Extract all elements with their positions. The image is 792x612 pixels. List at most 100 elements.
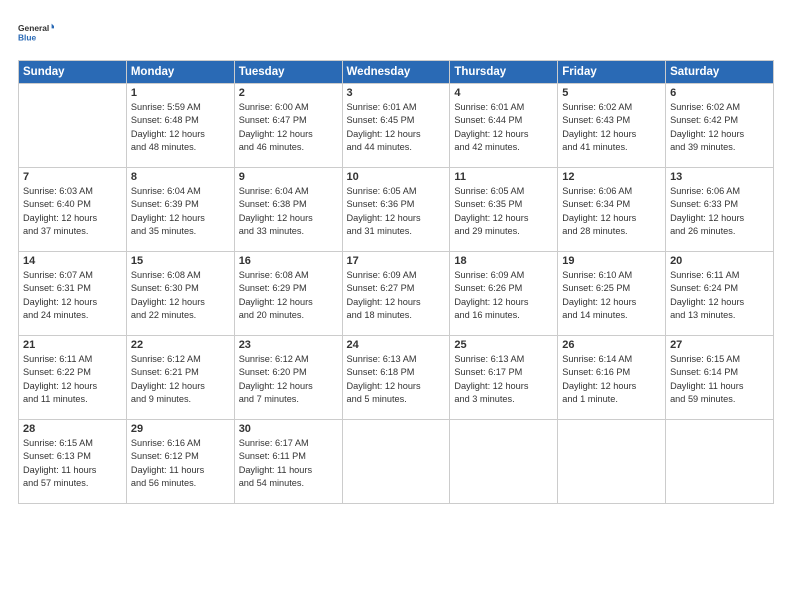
calendar-cell: 18 Sunrise: 6:09 AM Sunset: 6:26 PM Dayli…	[450, 252, 558, 336]
day-number: 17	[347, 255, 446, 267]
day-info: Sunrise: 6:09 AM Sunset: 6:26 PM Dayligh…	[454, 269, 553, 322]
calendar-cell: 19 Sunrise: 6:10 AM Sunset: 6:25 PM Dayli…	[558, 252, 666, 336]
calendar-cell: 4 Sunrise: 6:01 AM Sunset: 6:44 PM Daylig…	[450, 84, 558, 168]
calendar-cell: 15 Sunrise: 6:08 AM Sunset: 6:30 PM Dayli…	[126, 252, 234, 336]
logo-svg: General Blue	[18, 14, 54, 50]
day-info: Sunrise: 6:15 AM Sunset: 6:14 PM Dayligh…	[670, 353, 769, 406]
day-number: 7	[23, 171, 122, 183]
day-number: 5	[562, 87, 661, 99]
calendar-cell: 23 Sunrise: 6:12 AM Sunset: 6:20 PM Dayli…	[234, 336, 342, 420]
calendar-cell: 28 Sunrise: 6:15 AM Sunset: 6:13 PM Dayli…	[19, 420, 127, 504]
day-number: 10	[347, 171, 446, 183]
calendar-cell: 17 Sunrise: 6:09 AM Sunset: 6:27 PM Dayli…	[342, 252, 450, 336]
day-number: 15	[131, 255, 230, 267]
day-number: 23	[239, 339, 338, 351]
day-info: Sunrise: 6:11 AM Sunset: 6:22 PM Dayligh…	[23, 353, 122, 406]
day-info: Sunrise: 6:12 AM Sunset: 6:20 PM Dayligh…	[239, 353, 338, 406]
day-number: 8	[131, 171, 230, 183]
calendar-cell: 9Sunrise: 6:04 AM Sunset: 6:38 PM Daylig…	[234, 168, 342, 252]
day-info: Sunrise: 6:16 AM Sunset: 6:12 PM Dayligh…	[131, 437, 230, 490]
day-number: 27	[670, 339, 769, 351]
day-info: Sunrise: 6:17 AM Sunset: 6:11 PM Dayligh…	[239, 437, 338, 490]
day-info: Sunrise: 6:09 AM Sunset: 6:27 PM Dayligh…	[347, 269, 446, 322]
day-info: Sunrise: 6:01 AM Sunset: 6:44 PM Dayligh…	[454, 101, 553, 154]
calendar-cell: 12 Sunrise: 6:06 AM Sunset: 6:34 PM Dayli…	[558, 168, 666, 252]
day-info: Sunrise: 6:13 AM Sunset: 6:17 PM Dayligh…	[454, 353, 553, 406]
day-info: Sunrise: 6:04 AM Sunset: 6:38 PM Dayligh…	[239, 185, 338, 238]
day-number: 16	[239, 255, 338, 267]
day-number: 1	[131, 87, 230, 99]
svg-text:General: General	[18, 23, 49, 33]
day-number: 22	[131, 339, 230, 351]
day-number: 18	[454, 255, 553, 267]
day-info: Sunrise: 6:05 AM Sunset: 6:36 PM Dayligh…	[347, 185, 446, 238]
day-number: 13	[670, 171, 769, 183]
weekday-header-monday: Monday	[126, 61, 234, 84]
day-info: Sunrise: 6:04 AM Sunset: 6:39 PM Dayligh…	[131, 185, 230, 238]
calendar-cell: 22 Sunrise: 6:12 AM Sunset: 6:21 PM Dayli…	[126, 336, 234, 420]
calendar-cell: 10 Sunrise: 6:05 AM Sunset: 6:36 PM Dayli…	[342, 168, 450, 252]
day-info: Sunrise: 6:12 AM Sunset: 6:21 PM Dayligh…	[131, 353, 230, 406]
weekday-header-sunday: Sunday	[19, 61, 127, 84]
day-info: Sunrise: 5:59 AM Sunset: 6:48 PM Dayligh…	[131, 101, 230, 154]
day-info: Sunrise: 6:15 AM Sunset: 6:13 PM Dayligh…	[23, 437, 122, 490]
day-number: 4	[454, 87, 553, 99]
calendar-cell	[558, 420, 666, 504]
day-number: 21	[23, 339, 122, 351]
calendar-cell: 26 Sunrise: 6:14 AM Sunset: 6:16 PM Dayli…	[558, 336, 666, 420]
day-info: Sunrise: 6:02 AM Sunset: 6:42 PM Dayligh…	[670, 101, 769, 154]
weekday-header-tuesday: Tuesday	[234, 61, 342, 84]
day-info: Sunrise: 6:07 AM Sunset: 6:31 PM Dayligh…	[23, 269, 122, 322]
calendar-table: SundayMondayTuesdayWednesdayThursdayFrid…	[18, 60, 774, 504]
calendar-cell	[342, 420, 450, 504]
day-number: 20	[670, 255, 769, 267]
calendar-cell	[450, 420, 558, 504]
svg-text:Blue: Blue	[18, 32, 37, 42]
day-info: Sunrise: 6:10 AM Sunset: 6:25 PM Dayligh…	[562, 269, 661, 322]
calendar-cell: 11Sunrise: 6:05 AM Sunset: 6:35 PM Dayli…	[450, 168, 558, 252]
day-info: Sunrise: 6:01 AM Sunset: 6:45 PM Dayligh…	[347, 101, 446, 154]
day-number: 14	[23, 255, 122, 267]
day-number: 19	[562, 255, 661, 267]
day-info: Sunrise: 6:14 AM Sunset: 6:16 PM Dayligh…	[562, 353, 661, 406]
calendar-cell: 2Sunrise: 6:00 AM Sunset: 6:47 PM Daylig…	[234, 84, 342, 168]
day-info: Sunrise: 6:03 AM Sunset: 6:40 PM Dayligh…	[23, 185, 122, 238]
day-info: Sunrise: 6:13 AM Sunset: 6:18 PM Dayligh…	[347, 353, 446, 406]
day-number: 3	[347, 87, 446, 99]
day-number: 12	[562, 171, 661, 183]
day-number: 26	[562, 339, 661, 351]
day-info: Sunrise: 6:06 AM Sunset: 6:33 PM Dayligh…	[670, 185, 769, 238]
day-number: 28	[23, 423, 122, 435]
calendar-cell: 16 Sunrise: 6:08 AM Sunset: 6:29 PM Dayli…	[234, 252, 342, 336]
calendar-cell: 3 Sunrise: 6:01 AM Sunset: 6:45 PM Daylig…	[342, 84, 450, 168]
weekday-header-thursday: Thursday	[450, 61, 558, 84]
weekday-header-wednesday: Wednesday	[342, 61, 450, 84]
weekday-header-saturday: Saturday	[666, 61, 774, 84]
calendar-cell: 5 Sunrise: 6:02 AM Sunset: 6:43 PM Daylig…	[558, 84, 666, 168]
day-number: 30	[239, 423, 338, 435]
day-number: 11	[454, 171, 553, 183]
day-number: 25	[454, 339, 553, 351]
logo: General Blue	[18, 14, 54, 50]
calendar-cell: 30 Sunrise: 6:17 AM Sunset: 6:11 PM Dayli…	[234, 420, 342, 504]
day-number: 29	[131, 423, 230, 435]
day-info: Sunrise: 6:06 AM Sunset: 6:34 PM Dayligh…	[562, 185, 661, 238]
day-info: Sunrise: 6:02 AM Sunset: 6:43 PM Dayligh…	[562, 101, 661, 154]
calendar-cell: 24 Sunrise: 6:13 AM Sunset: 6:18 PM Dayli…	[342, 336, 450, 420]
day-number: 24	[347, 339, 446, 351]
page-header: General Blue	[18, 14, 774, 50]
day-number: 6	[670, 87, 769, 99]
calendar-cell: 27 Sunrise: 6:15 AM Sunset: 6:14 PM Dayli…	[666, 336, 774, 420]
calendar-cell: 13 Sunrise: 6:06 AM Sunset: 6:33 PM Dayli…	[666, 168, 774, 252]
calendar-cell	[19, 84, 127, 168]
calendar-cell: 7 Sunrise: 6:03 AM Sunset: 6:40 PM Daylig…	[19, 168, 127, 252]
calendar-cell: 1 Sunrise: 5:59 AM Sunset: 6:48 PM Daylig…	[126, 84, 234, 168]
day-info: Sunrise: 6:11 AM Sunset: 6:24 PM Dayligh…	[670, 269, 769, 322]
day-info: Sunrise: 6:08 AM Sunset: 6:30 PM Dayligh…	[131, 269, 230, 322]
day-number: 2	[239, 87, 338, 99]
calendar-cell: 8 Sunrise: 6:04 AM Sunset: 6:39 PM Daylig…	[126, 168, 234, 252]
calendar-cell: 29 Sunrise: 6:16 AM Sunset: 6:12 PM Dayli…	[126, 420, 234, 504]
calendar-cell: 20 Sunrise: 6:11 AM Sunset: 6:24 PM Dayli…	[666, 252, 774, 336]
calendar-cell	[666, 420, 774, 504]
day-info: Sunrise: 6:08 AM Sunset: 6:29 PM Dayligh…	[239, 269, 338, 322]
